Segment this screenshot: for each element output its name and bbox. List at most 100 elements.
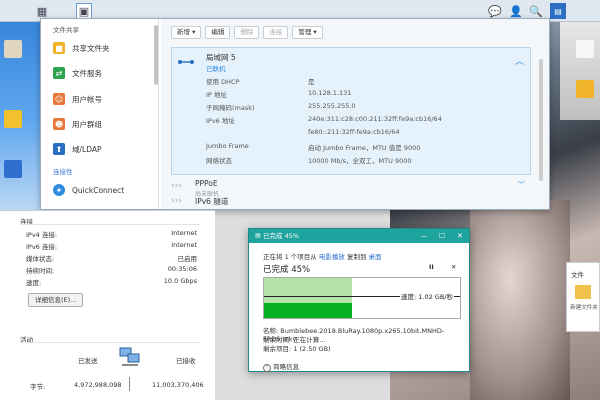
cancel-button[interactable]: ✕ bbox=[451, 263, 456, 271]
sidebar-item-label: QuickConnect bbox=[72, 185, 125, 195]
speed-area bbox=[264, 303, 353, 318]
sidebar-item-shared-folder[interactable]: ■ 共享文件夹 bbox=[53, 39, 110, 57]
sidebar-section-connectivity: 连接性 bbox=[53, 168, 73, 176]
details-button[interactable]: 详细信息(E)... bbox=[28, 293, 84, 307]
destination-link[interactable]: 桌面 bbox=[369, 253, 382, 261]
network-interface-pane: 新增 ▾ 编辑 删除 连接 管理 ▾ 局域网 5 已联机 ︿ 使用 DHCP 是… bbox=[161, 19, 549, 209]
prop-value: 10.128.1.131 bbox=[308, 89, 352, 97]
sidebar-item-file-services[interactable]: ⇄ 文件服务 bbox=[53, 64, 102, 82]
sidebar-item-quickconnect[interactable]: ✦ QuickConnect bbox=[53, 181, 124, 199]
widget-icon[interactable]: ▤ bbox=[550, 3, 566, 19]
sidebar: 文件共享 ■ 共享文件夹 ⇄ 文件服务 ☺ 用户帐号 ☻ 用户群组 ⬆ 域/LD… bbox=[41, 19, 159, 209]
copy-app-icon: ▤ bbox=[255, 232, 261, 239]
prop-key: 网络状态 bbox=[206, 157, 232, 165]
sidebar-item-domain-ldap[interactable]: ⬆ 域/LDAP bbox=[53, 140, 102, 158]
new-folder-label[interactable]: 新建文件夹 bbox=[569, 303, 599, 311]
explorer-tab-file[interactable]: 文件 bbox=[571, 269, 584, 279]
received-bytes: 11,003,370,406 bbox=[152, 381, 204, 389]
network-icon bbox=[178, 60, 194, 64]
status-key: 速度: bbox=[26, 279, 42, 287]
pause-button[interactable]: II bbox=[429, 263, 434, 271]
prop-value: 240e:311:c28:c00:211:32ff:fe9a:cb16/64 bbox=[308, 115, 442, 123]
status-key: IPv6 连接: bbox=[26, 243, 58, 251]
items-remaining: 剩余项目: 1 (2.50 GB) bbox=[263, 345, 331, 353]
connect-button[interactable]: 连接 bbox=[263, 26, 289, 39]
network-computers-icon bbox=[118, 345, 142, 367]
prop-value: 255.255.255.0 bbox=[308, 102, 356, 110]
prop-value: fe80::211:32ff:fe9a:cb16/64 bbox=[308, 128, 400, 136]
sidebar-item-label: 共享文件夹 bbox=[72, 43, 110, 53]
domain-icon: ⬆ bbox=[53, 143, 65, 155]
minimize-icon[interactable]: — bbox=[417, 229, 431, 243]
pppoe-icon: ››› bbox=[171, 181, 182, 191]
quickconnect-icon: ✦ bbox=[53, 184, 65, 196]
maximize-icon[interactable]: ☐ bbox=[435, 229, 449, 243]
source-link[interactable]: 电影播放 bbox=[319, 253, 345, 261]
sidebar-item-label: 用户群组 bbox=[72, 119, 102, 129]
control-panel-taskbar-icon[interactable]: ▣ bbox=[76, 3, 92, 19]
desktop-folder-icon[interactable] bbox=[4, 110, 22, 128]
copy-progress-dialog: 已完成 45% ▤ — ☐ ✕ 正在将 1 个项目从 电影播放 复制到 桌面 已… bbox=[248, 228, 470, 372]
wallpaper-ribbon bbox=[560, 20, 600, 120]
received-label: 已接收 bbox=[176, 357, 196, 365]
sent-label: 已发送 bbox=[78, 357, 98, 365]
prop-key: 使用 DHCP bbox=[206, 78, 240, 86]
manage-button[interactable]: 管理 ▾ bbox=[292, 26, 323, 39]
content-scrollbar[interactable] bbox=[539, 59, 543, 181]
delete-button[interactable]: 删除 bbox=[234, 26, 260, 39]
desktop-app-icon[interactable] bbox=[576, 80, 594, 98]
user-icon[interactable]: 👤 bbox=[508, 3, 524, 19]
desktop-icon[interactable] bbox=[4, 40, 22, 58]
toolbar: 新增 ▾ 编辑 删除 连接 管理 ▾ bbox=[171, 26, 323, 40]
bytes-label: 字节: bbox=[30, 383, 46, 391]
status-value: Internet bbox=[171, 241, 197, 249]
create-button[interactable]: 新增 ▾ bbox=[171, 26, 202, 39]
sidebar-item-group[interactable]: ☻ 用户群组 bbox=[53, 115, 102, 133]
group-icon: ☻ bbox=[53, 118, 65, 130]
lan5-panel[interactable]: 局域网 5 已联机 ︿ 使用 DHCP 是 IP 地址 10.128.1.131… bbox=[171, 47, 531, 175]
status-value: 00:35:06 bbox=[167, 265, 197, 273]
status-value: 10.0 Gbps bbox=[163, 277, 197, 285]
sidebar-item-label: 域/LDAP bbox=[72, 144, 102, 154]
ipv6-tunnel-item[interactable]: ››› IPv6 隧道 bbox=[171, 196, 531, 208]
sent-bytes: 4,972,988,098 bbox=[74, 381, 122, 389]
pppoe-name: PPPoE bbox=[195, 179, 218, 188]
collapse-chevron-icon[interactable]: ︿ bbox=[515, 54, 524, 67]
ipv6-tunnel-name: IPv6 隧道 bbox=[195, 197, 229, 206]
main-menu-icon[interactable]: ▦ bbox=[34, 3, 50, 19]
chevron-up-icon: ⌃ bbox=[263, 364, 271, 372]
sidebar-item-label: 文件服务 bbox=[72, 68, 102, 78]
interface-status: 已联机 bbox=[206, 65, 226, 73]
percent-complete: 已完成 45% bbox=[263, 265, 311, 275]
status-key: 持续时间: bbox=[26, 267, 55, 275]
prop-value: 是 bbox=[308, 78, 315, 86]
sidebar-section-file-sharing: 文件共享 bbox=[53, 26, 79, 34]
status-value: Internet bbox=[171, 229, 197, 237]
status-key: 媒体状态: bbox=[26, 255, 55, 263]
edit-button[interactable]: 编辑 bbox=[205, 26, 231, 39]
prop-key: IPv6 地址 bbox=[206, 117, 235, 125]
prop-value: 10000 Mb/s，全双工，MTU 9000 bbox=[308, 157, 412, 165]
close-icon[interactable]: ✕ bbox=[453, 229, 467, 243]
chat-icon[interactable]: 💬 bbox=[487, 3, 503, 19]
interface-name: 局域网 5 bbox=[206, 53, 236, 62]
file-services-icon: ⇄ bbox=[53, 67, 65, 79]
wallpaper-figure bbox=[470, 200, 570, 400]
divider bbox=[129, 377, 130, 391]
sidebar-item-label: 用户帐号 bbox=[72, 94, 102, 104]
desktop-app-icon[interactable] bbox=[576, 40, 594, 58]
prop-key: Jumbo Frame bbox=[206, 142, 249, 150]
ethernet-status-window: 连接 IPv4 连接: Internet IPv6 连接: Internet 媒… bbox=[0, 210, 215, 400]
expand-chevron-icon[interactable]: ﹀ bbox=[518, 179, 526, 190]
sidebar-scrollbar[interactable] bbox=[154, 25, 158, 85]
desktop-app-icon[interactable] bbox=[4, 160, 22, 178]
copy-desc-text: 正在将 1 个项目从 bbox=[263, 253, 317, 261]
fewer-details-label: 简略信息 bbox=[273, 363, 300, 371]
sidebar-item-user[interactable]: ☺ 用户帐号 bbox=[53, 90, 102, 108]
section-divider bbox=[20, 342, 200, 343]
status-value: 已启用 bbox=[177, 255, 198, 263]
search-icon[interactable]: 🔍 bbox=[528, 3, 544, 19]
ipv6-tunnel-icon: ››› bbox=[171, 196, 182, 206]
fewer-details-toggle[interactable]: ⌃ 简略信息 bbox=[263, 361, 299, 372]
explorer-fragment: 文件 新建文件夹 bbox=[566, 262, 600, 332]
